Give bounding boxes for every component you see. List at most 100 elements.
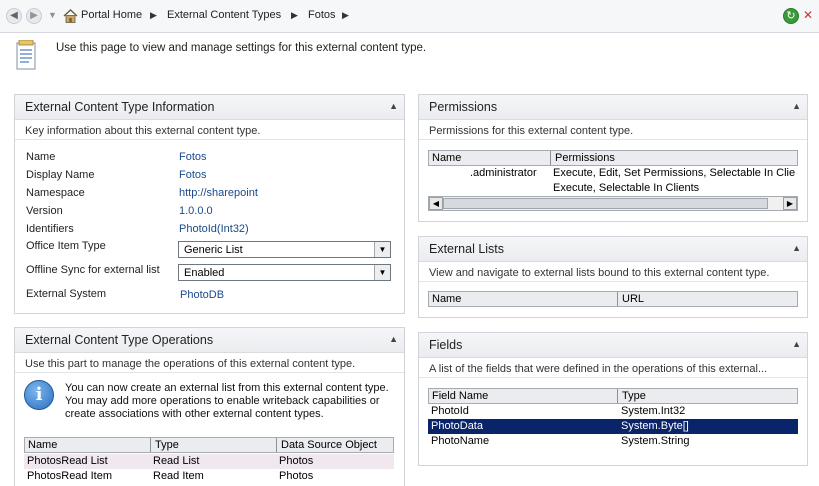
info-icon: i: [24, 380, 54, 410]
operations-grid-header: Name Type Data Source Object: [24, 437, 394, 453]
history-dropdown-icon[interactable]: ▼: [48, 10, 57, 20]
page-intro-text: Use this page to view and manage setting…: [56, 42, 427, 54]
column-header-type[interactable]: Type: [155, 439, 179, 451]
offline-sync-value: Enabled: [184, 267, 225, 279]
permissions-grid-header: Name Permissions: [428, 150, 798, 166]
panel-title: Permissions: [429, 100, 498, 114]
selected-row-highlight: [428, 419, 798, 434]
breadcrumb-separator: ▶: [291, 10, 298, 20]
home-icon[interactable]: [63, 9, 78, 23]
info-label-version: Version: [26, 205, 63, 217]
permission-rights: Execute, Edit, Set Permissions, Selectab…: [553, 167, 796, 179]
info-label-name: Name: [26, 151, 56, 163]
field-type: System.Int32: [621, 405, 686, 417]
operation-source: Photos: [279, 455, 314, 467]
column-header-type[interactable]: Type: [622, 390, 646, 402]
collapse-icon[interactable]: ▲: [792, 101, 801, 111]
info-label-display-name: Display Name: [26, 169, 95, 181]
divider: [15, 139, 404, 140]
collapse-icon[interactable]: ▲: [389, 334, 398, 344]
operation-name[interactable]: PhotosRead Item: [27, 470, 112, 482]
panel-title: External Content Type Information: [25, 100, 215, 114]
content-type-info-panel: External Content Type Information ▲ Key …: [14, 94, 405, 314]
page-icon: [16, 40, 36, 70]
field-type: System.String: [621, 435, 690, 447]
navigation-bar: ◀ ▶ ▼ Portal Home ▶ External Content Typ…: [0, 0, 819, 33]
breadcrumb-separator: ▶: [342, 10, 349, 20]
info-value-identifiers: PhotoId(Int32): [179, 223, 249, 235]
panel-description: Use this part to manage the operations o…: [25, 358, 356, 370]
column-divider[interactable]: [276, 438, 277, 452]
panel-description: Permissions for this external content ty…: [429, 125, 634, 137]
panel-header: External Content Type Information ▲: [15, 95, 404, 120]
dropdown-icon[interactable]: ▼: [374, 242, 390, 257]
column-divider[interactable]: [150, 438, 151, 452]
column-divider[interactable]: [550, 151, 551, 165]
column-divider[interactable]: [617, 292, 618, 306]
panel-title: External Lists: [429, 242, 505, 256]
field-type: System.Byte[]: [621, 420, 689, 432]
column-divider[interactable]: [617, 389, 618, 403]
permission-rights: Execute, Selectable In Clients: [553, 182, 700, 194]
breadcrumb-item-external-content-types[interactable]: External Content Types: [167, 9, 281, 21]
panel-header: External Content Type Operations ▲: [15, 328, 404, 353]
info-value-name: Fotos: [179, 151, 207, 163]
operation-type: Read List: [153, 455, 200, 467]
column-header-name[interactable]: Name: [28, 439, 57, 451]
refresh-icon[interactable]: ↻: [783, 8, 799, 24]
back-icon[interactable]: ◀: [6, 8, 22, 24]
permissions-horizontal-scrollbar[interactable]: ◀ ▶: [428, 196, 798, 211]
panel-header: Permissions ▲: [419, 95, 807, 120]
operations-notice: You can now create an external list from…: [65, 382, 389, 420]
breadcrumb-separator: ▶: [150, 10, 157, 20]
offline-sync-select[interactable]: Enabled ▼: [178, 264, 391, 281]
stop-icon[interactable]: ✕: [803, 8, 815, 22]
field-name[interactable]: PhotoData: [431, 420, 483, 432]
column-header-name[interactable]: Name: [432, 152, 461, 164]
permissions-grid-body: .administrator Execute, Edit, Set Permis…: [428, 166, 798, 196]
divider: [419, 139, 807, 140]
collapse-icon[interactable]: ▲: [792, 243, 801, 253]
office-item-type-value: Generic List: [184, 244, 243, 256]
column-header-permissions[interactable]: Permissions: [555, 152, 615, 164]
office-item-type-select[interactable]: Generic List ▼: [178, 241, 391, 258]
operation-name[interactable]: PhotosRead List: [27, 455, 108, 467]
column-header-field-name[interactable]: Field Name: [432, 390, 488, 402]
external-system-label: External System: [26, 288, 107, 300]
column-header-data-source-object[interactable]: Data Source Object: [281, 439, 377, 451]
info-label-identifiers: Identifiers: [26, 223, 74, 235]
column-header-url[interactable]: URL: [622, 293, 644, 305]
collapse-icon[interactable]: ▲: [389, 101, 398, 111]
external-system-link[interactable]: PhotoDB: [180, 289, 224, 301]
panel-description: Key information about this external cont…: [25, 125, 261, 137]
field-name[interactable]: PhotoId: [431, 405, 469, 417]
divider: [419, 281, 807, 282]
dropdown-icon[interactable]: ▼: [374, 265, 390, 280]
office-item-type-label: Office Item Type: [26, 240, 106, 252]
forward-icon[interactable]: ▶: [26, 8, 42, 24]
external-lists-grid-header: Name URL: [428, 291, 798, 307]
divider: [419, 377, 807, 378]
info-value-display-name: Fotos: [179, 169, 207, 181]
panel-description: A list of the fields that were defined i…: [429, 363, 768, 375]
divider: [15, 372, 404, 373]
offline-sync-label: Offline Sync for external list: [26, 264, 160, 276]
permission-principal[interactable]: .administrator: [470, 167, 537, 179]
fields-grid-header: Field Name Type: [428, 388, 798, 404]
panel-header: Fields ▲: [419, 333, 807, 358]
info-value-version: 1.0.0.0: [179, 205, 213, 217]
panel-title: External Content Type Operations: [25, 333, 214, 347]
info-value-namespace: http://sharepoint: [179, 187, 258, 199]
field-name[interactable]: PhotoName: [431, 435, 489, 447]
breadcrumb-item-fotos[interactable]: Fotos: [308, 9, 336, 21]
scroll-left-icon[interactable]: ◀: [429, 197, 443, 210]
column-header-name[interactable]: Name: [432, 293, 461, 305]
panel-title: Fields: [429, 338, 463, 352]
panel-header: External Lists ▲: [419, 237, 807, 262]
info-label-namespace: Namespace: [26, 187, 85, 199]
collapse-icon[interactable]: ▲: [792, 339, 801, 349]
operation-type: Read Item: [153, 470, 204, 482]
breadcrumb-item-portal-home[interactable]: Portal Home: [81, 9, 142, 21]
scroll-right-icon[interactable]: ▶: [783, 197, 797, 210]
scroll-thumb[interactable]: [443, 198, 768, 209]
